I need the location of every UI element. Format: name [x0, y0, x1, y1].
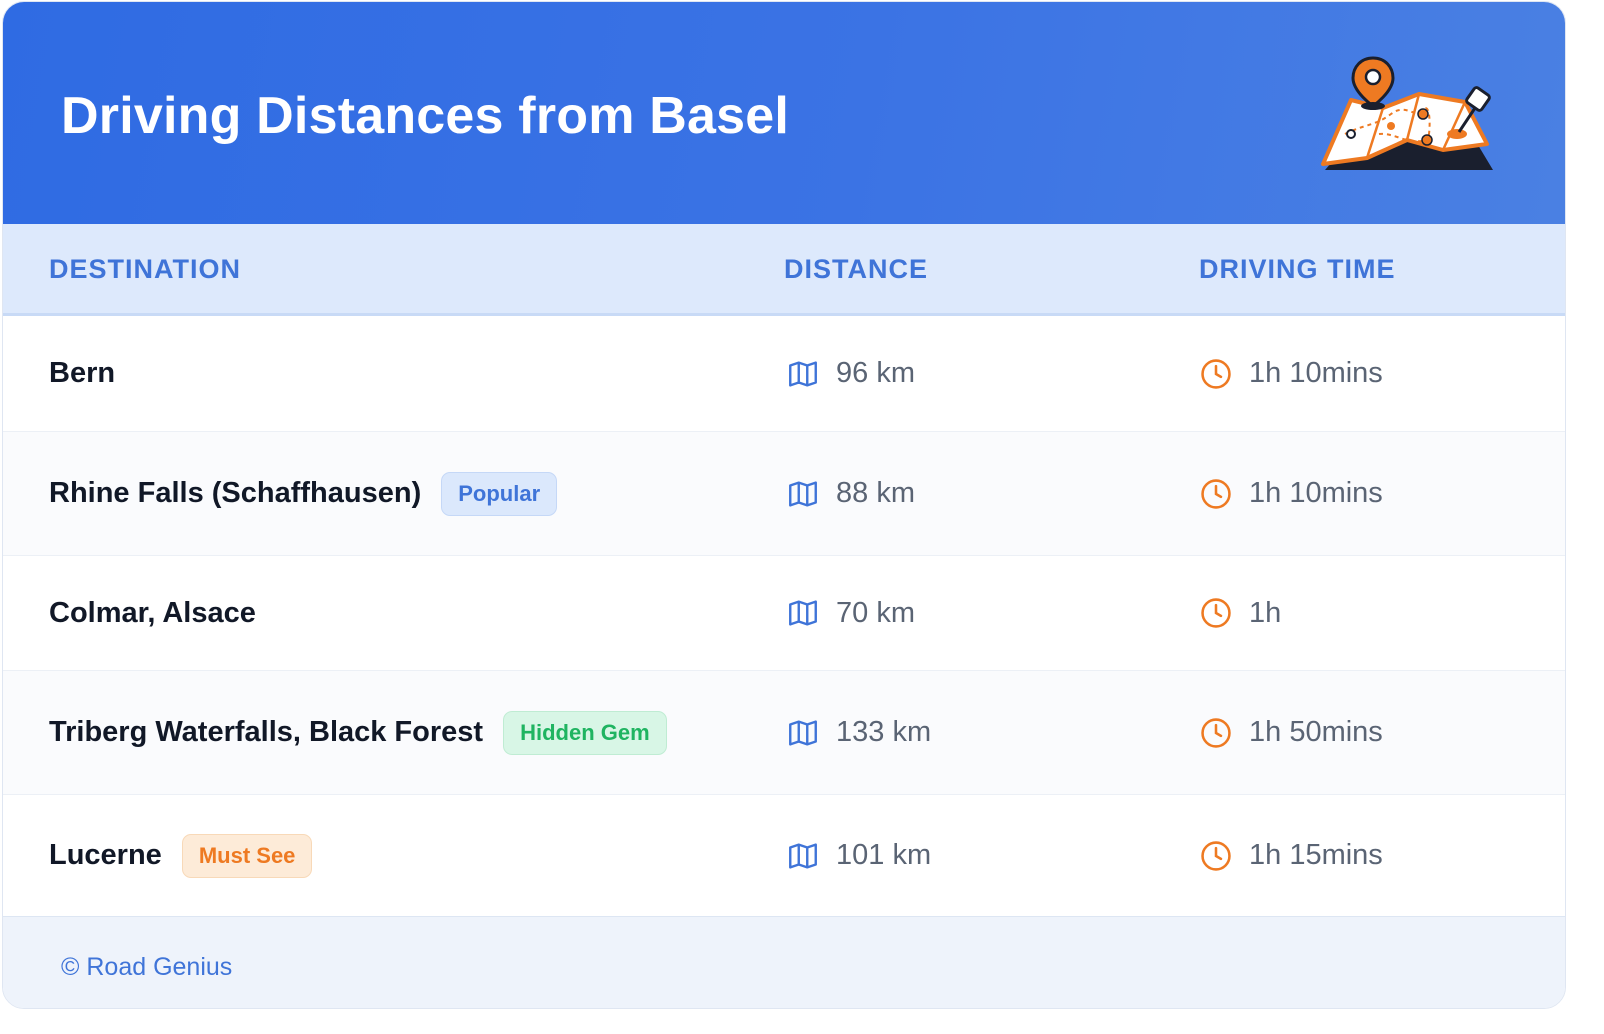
driving-time-value: 1h 10mins	[1249, 357, 1383, 389]
card-footer: © Road Genius	[3, 916, 1565, 1008]
clock-icon	[1199, 596, 1233, 630]
destination-name: Lucerne	[49, 839, 162, 871]
table-row: Triberg Waterfalls, Black Forest Hidden …	[3, 671, 1565, 795]
popular-badge: Popular	[441, 471, 558, 516]
clock-icon	[1199, 716, 1233, 750]
table-body: Bern 96 km 1h 10mins Rhine Falls (Schaff…	[3, 316, 1565, 916]
page-title: Driving Distances from Basel	[61, 87, 790, 145]
clock-icon	[1199, 477, 1233, 511]
driving-time-value: 1h 10mins	[1249, 477, 1383, 509]
must-see-badge: Must See	[181, 833, 313, 878]
copyright-text: © Road Genius	[61, 953, 233, 981]
distance-value: 101 km	[836, 839, 932, 871]
column-header-destination[interactable]: DESTINATION	[49, 254, 241, 285]
map-icon	[786, 357, 820, 391]
clock-icon	[1199, 357, 1233, 391]
hidden-gem-badge: Hidden Gem	[503, 710, 667, 755]
distance-value: 88 km	[836, 477, 915, 509]
table-header: DESTINATION DISTANCE DRIVING TIME	[3, 224, 1565, 316]
map-with-pin-icon	[1321, 56, 1493, 170]
table-row: Bern 96 km 1h 10mins	[3, 316, 1565, 432]
map-icon	[786, 716, 820, 750]
map-icon	[786, 839, 820, 873]
clock-icon	[1199, 839, 1233, 873]
map-icon	[786, 596, 820, 630]
distance-value: 96 km	[836, 357, 915, 389]
column-header-driving-time[interactable]: DRIVING TIME	[1199, 254, 1396, 285]
column-header-distance[interactable]: DISTANCE	[784, 254, 928, 285]
driving-time-value: 1h 15mins	[1249, 839, 1383, 871]
card-header: Driving Distances from Basel	[3, 2, 1565, 224]
distance-value: 133 km	[836, 716, 932, 748]
destination-name: Colmar, Alsace	[49, 596, 256, 629]
driving-time-value: 1h 50mins	[1249, 716, 1383, 748]
map-icon	[786, 477, 820, 511]
driving-time-value: 1h	[1249, 596, 1282, 629]
table-row: Lucerne Must See 101 km 1h 15mins	[3, 795, 1565, 916]
table-row: Colmar, Alsace 70 km 1h	[3, 556, 1565, 671]
distance-value: 70 km	[836, 596, 915, 629]
table-row: Rhine Falls (Schaffhausen) Popular 88 km…	[3, 432, 1565, 556]
distance-card: Driving Distances from Basel DESTINATION…	[2, 1, 1566, 1009]
destination-name: Bern	[49, 357, 116, 389]
destination-name: Triberg Waterfalls, Black Forest	[49, 716, 484, 748]
destination-name: Rhine Falls (Schaffhausen)	[49, 477, 422, 509]
